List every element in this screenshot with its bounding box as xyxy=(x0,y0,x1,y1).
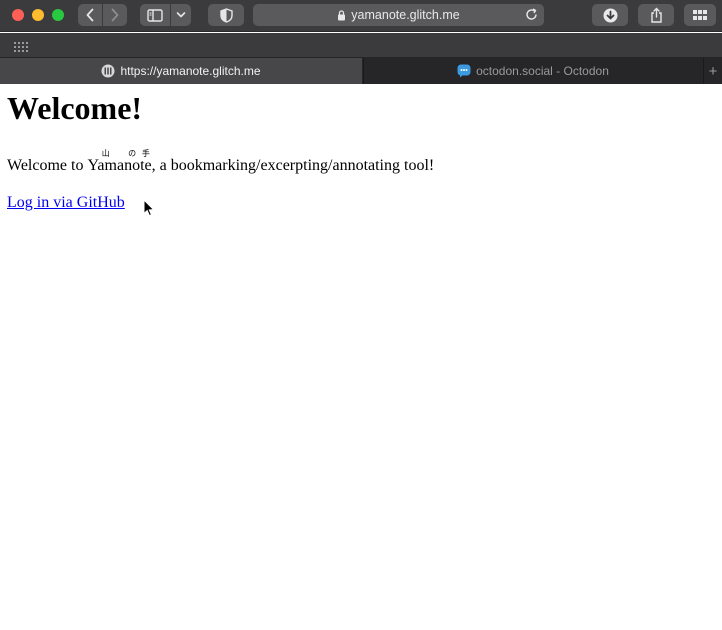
close-window-button[interactable] xyxy=(12,9,24,21)
page-title: Welcome! xyxy=(7,90,143,126)
github-login-link[interactable]: Log in via GitHub xyxy=(7,194,125,212)
tab-overview-icon xyxy=(693,10,707,20)
plus-icon: + xyxy=(708,62,718,80)
sidebar-toggle-button[interactable] xyxy=(140,4,170,26)
sidebar-menu-button[interactable] xyxy=(171,4,191,26)
share-button[interactable] xyxy=(638,4,674,26)
intro-text: Welcome to Yama山noのte手, a bookmarking/ex… xyxy=(7,149,434,175)
tab-label: octodon.social - Octodon xyxy=(476,64,609,78)
reload-icon[interactable] xyxy=(525,8,538,21)
page-content: Welcome! Welcome to Yama山noのte手, a bookm… xyxy=(0,84,722,630)
tab-octodon[interactable]: octodon.social - Octodon xyxy=(363,58,702,84)
intro-before: Welcome to xyxy=(7,157,88,174)
chevron-down-icon xyxy=(176,12,186,18)
chevron-right-icon xyxy=(111,8,119,22)
intro-after: , a bookmarking/excerpting/annotating to… xyxy=(151,157,435,174)
download-icon xyxy=(603,8,617,22)
new-tab-button[interactable]: + xyxy=(703,58,722,84)
address-url: yamanote.glitch.me xyxy=(351,8,460,22)
tab-yamanote[interactable]: https://yamanote.glitch.me xyxy=(0,58,362,84)
ruby-te: te手 xyxy=(140,149,152,174)
forward-button[interactable] xyxy=(103,4,127,26)
zoom-window-button[interactable] xyxy=(52,9,64,21)
privacy-report-button[interactable] xyxy=(208,4,244,26)
address-bar[interactable]: yamanote.glitch.me xyxy=(253,4,544,26)
sidebar-icon xyxy=(147,8,163,22)
ruby-no: noの xyxy=(124,149,141,174)
shield-icon xyxy=(219,7,233,23)
minimize-window-button[interactable] xyxy=(32,9,44,21)
tab-label: https://yamanote.glitch.me xyxy=(120,64,261,78)
mastodon-icon xyxy=(457,64,471,78)
browser-toolbar: yamanote.glitch.me xyxy=(0,0,722,32)
share-icon xyxy=(650,7,662,23)
ruby-yama: Yama山 xyxy=(87,149,125,174)
yamanote-favicon-icon xyxy=(101,64,115,78)
mouse-pointer-icon xyxy=(143,198,155,222)
favorites-bar xyxy=(0,33,722,58)
downloads-button[interactable] xyxy=(592,4,628,26)
chevron-left-icon xyxy=(86,8,94,22)
lock-icon xyxy=(337,9,346,21)
tab-bar: https://yamanote.glitch.me octodon.socia… xyxy=(0,58,722,84)
tab-overview-button[interactable] xyxy=(684,4,716,26)
grid-icon[interactable] xyxy=(14,40,29,58)
back-button[interactable] xyxy=(78,4,102,26)
